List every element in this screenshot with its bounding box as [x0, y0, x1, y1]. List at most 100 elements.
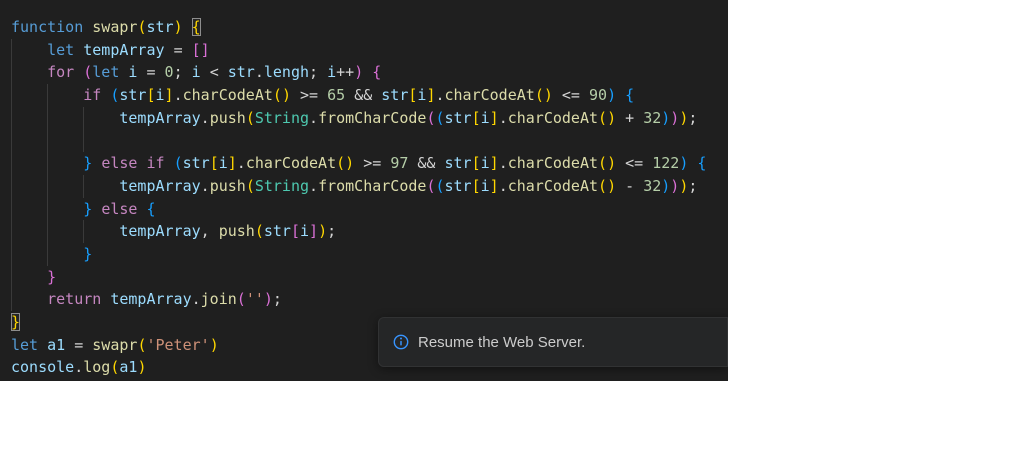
code-token: let	[92, 63, 120, 82]
code-token: 97	[390, 154, 409, 173]
indent-guide	[10, 106, 12, 130]
code-token: str	[263, 222, 291, 241]
code-token: (	[435, 176, 445, 195]
code-token: 32	[643, 176, 662, 195]
code-token: (	[236, 290, 246, 309]
code-line: }	[0, 265, 728, 289]
code-token: .	[309, 176, 319, 195]
code-token: 65	[327, 86, 346, 105]
code-token: )	[607, 86, 617, 105]
code-token: tempArray	[83, 40, 165, 59]
code-line: if (str[i].charCodeAt() >= 65 && str[i].…	[0, 84, 728, 107]
code-token: str	[182, 154, 210, 173]
notification-toast[interactable]: Resume the Web Server.	[378, 317, 728, 367]
code-token: ]	[309, 222, 319, 241]
code-token: charCodeAt	[507, 154, 599, 173]
code-token: )	[137, 358, 147, 377]
code-token: charCodeAt	[182, 86, 273, 105]
code-token: )	[607, 176, 617, 195]
indent-guide	[10, 38, 12, 62]
code-token: i	[480, 176, 490, 195]
code-token: 32	[643, 108, 662, 127]
code-token: .	[173, 86, 183, 105]
code-token: a1	[119, 358, 138, 377]
code-token: )	[607, 108, 617, 127]
indent-guide	[46, 106, 48, 130]
code-token: &&	[354, 86, 373, 105]
indent-guide	[10, 152, 12, 175]
code-token: i	[480, 108, 490, 127]
code-line	[0, 129, 728, 153]
code-token: a1	[47, 335, 66, 354]
code-token: ,	[200, 222, 210, 241]
code-token: for	[47, 63, 75, 82]
code-token: else	[101, 154, 138, 173]
code-token: join	[200, 290, 237, 309]
code-token: )	[670, 108, 680, 127]
code-token: (	[173, 154, 183, 173]
indent-guide	[82, 220, 84, 243]
code-token: fromCharCode	[318, 108, 427, 127]
code-token: <=	[625, 154, 644, 173]
code-token: tempArray	[119, 176, 201, 195]
code-token: )	[173, 18, 183, 36]
code-token: charCodeAt	[444, 86, 535, 105]
code-token: )	[670, 176, 680, 195]
code-token: +	[625, 108, 635, 127]
code-token: (	[534, 86, 544, 105]
code-token: >=	[300, 86, 319, 105]
code-token: )	[607, 154, 617, 173]
indent-guide	[10, 242, 12, 266]
code-token: )	[263, 290, 273, 309]
code-token: 'Peter'	[146, 335, 210, 354]
code-token: )	[679, 154, 689, 173]
code-token: {	[191, 18, 201, 36]
code-token: )	[209, 335, 219, 354]
code-token: ]	[164, 86, 174, 105]
code-line: tempArray.push(String.fromCharCode((str[…	[0, 106, 728, 130]
code-token: i	[300, 222, 310, 241]
code-token: .	[236, 154, 246, 173]
code-token: )	[679, 108, 689, 127]
indent-guide	[46, 242, 48, 266]
code-token: let	[47, 40, 75, 59]
indent-guide	[10, 61, 12, 85]
code-token: .	[254, 63, 264, 82]
info-icon	[393, 334, 409, 350]
code-token: .	[309, 108, 319, 127]
code-token: .	[200, 108, 210, 127]
code-token: )	[661, 176, 671, 195]
code-editor[interactable]: function swapr(str) { let tempArray = []…	[0, 0, 728, 381]
code-line: for (let i = 0; i < str.lengh; i++) {	[0, 61, 728, 85]
code-token: }	[11, 312, 21, 331]
code-token: String	[254, 176, 310, 195]
code-token: -	[625, 176, 635, 195]
code-token: .	[435, 86, 445, 105]
code-token: function	[11, 18, 84, 36]
code-token: [	[471, 176, 481, 195]
code-token: [	[290, 222, 300, 241]
code-token: (	[598, 176, 608, 195]
code-token: >=	[363, 154, 382, 173]
